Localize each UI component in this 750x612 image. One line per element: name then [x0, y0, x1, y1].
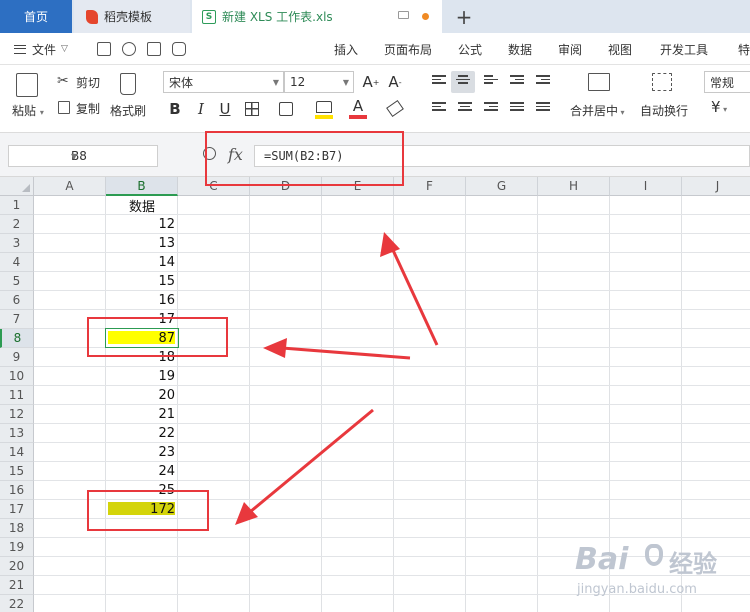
arrow-to-sum-cell-head: [263, 338, 287, 358]
arrow-to-total-cell: [249, 408, 374, 514]
watermark: Bai 经验 jingyan.baidu.com: [575, 540, 745, 604]
paw-icon: [645, 544, 663, 566]
watermark-url: jingyan.baidu.com: [577, 582, 697, 597]
arrow-to-formula: [390, 247, 439, 346]
arrow-to-total-cell-head: [235, 502, 258, 525]
watermark-logo: Bai: [575, 542, 629, 577]
watermark-text: 经验: [669, 550, 717, 578]
arrow-to-formula-head: [380, 232, 400, 257]
arrow-to-sum-cell: [281, 346, 411, 360]
annotation-arrows: [235, 232, 439, 525]
